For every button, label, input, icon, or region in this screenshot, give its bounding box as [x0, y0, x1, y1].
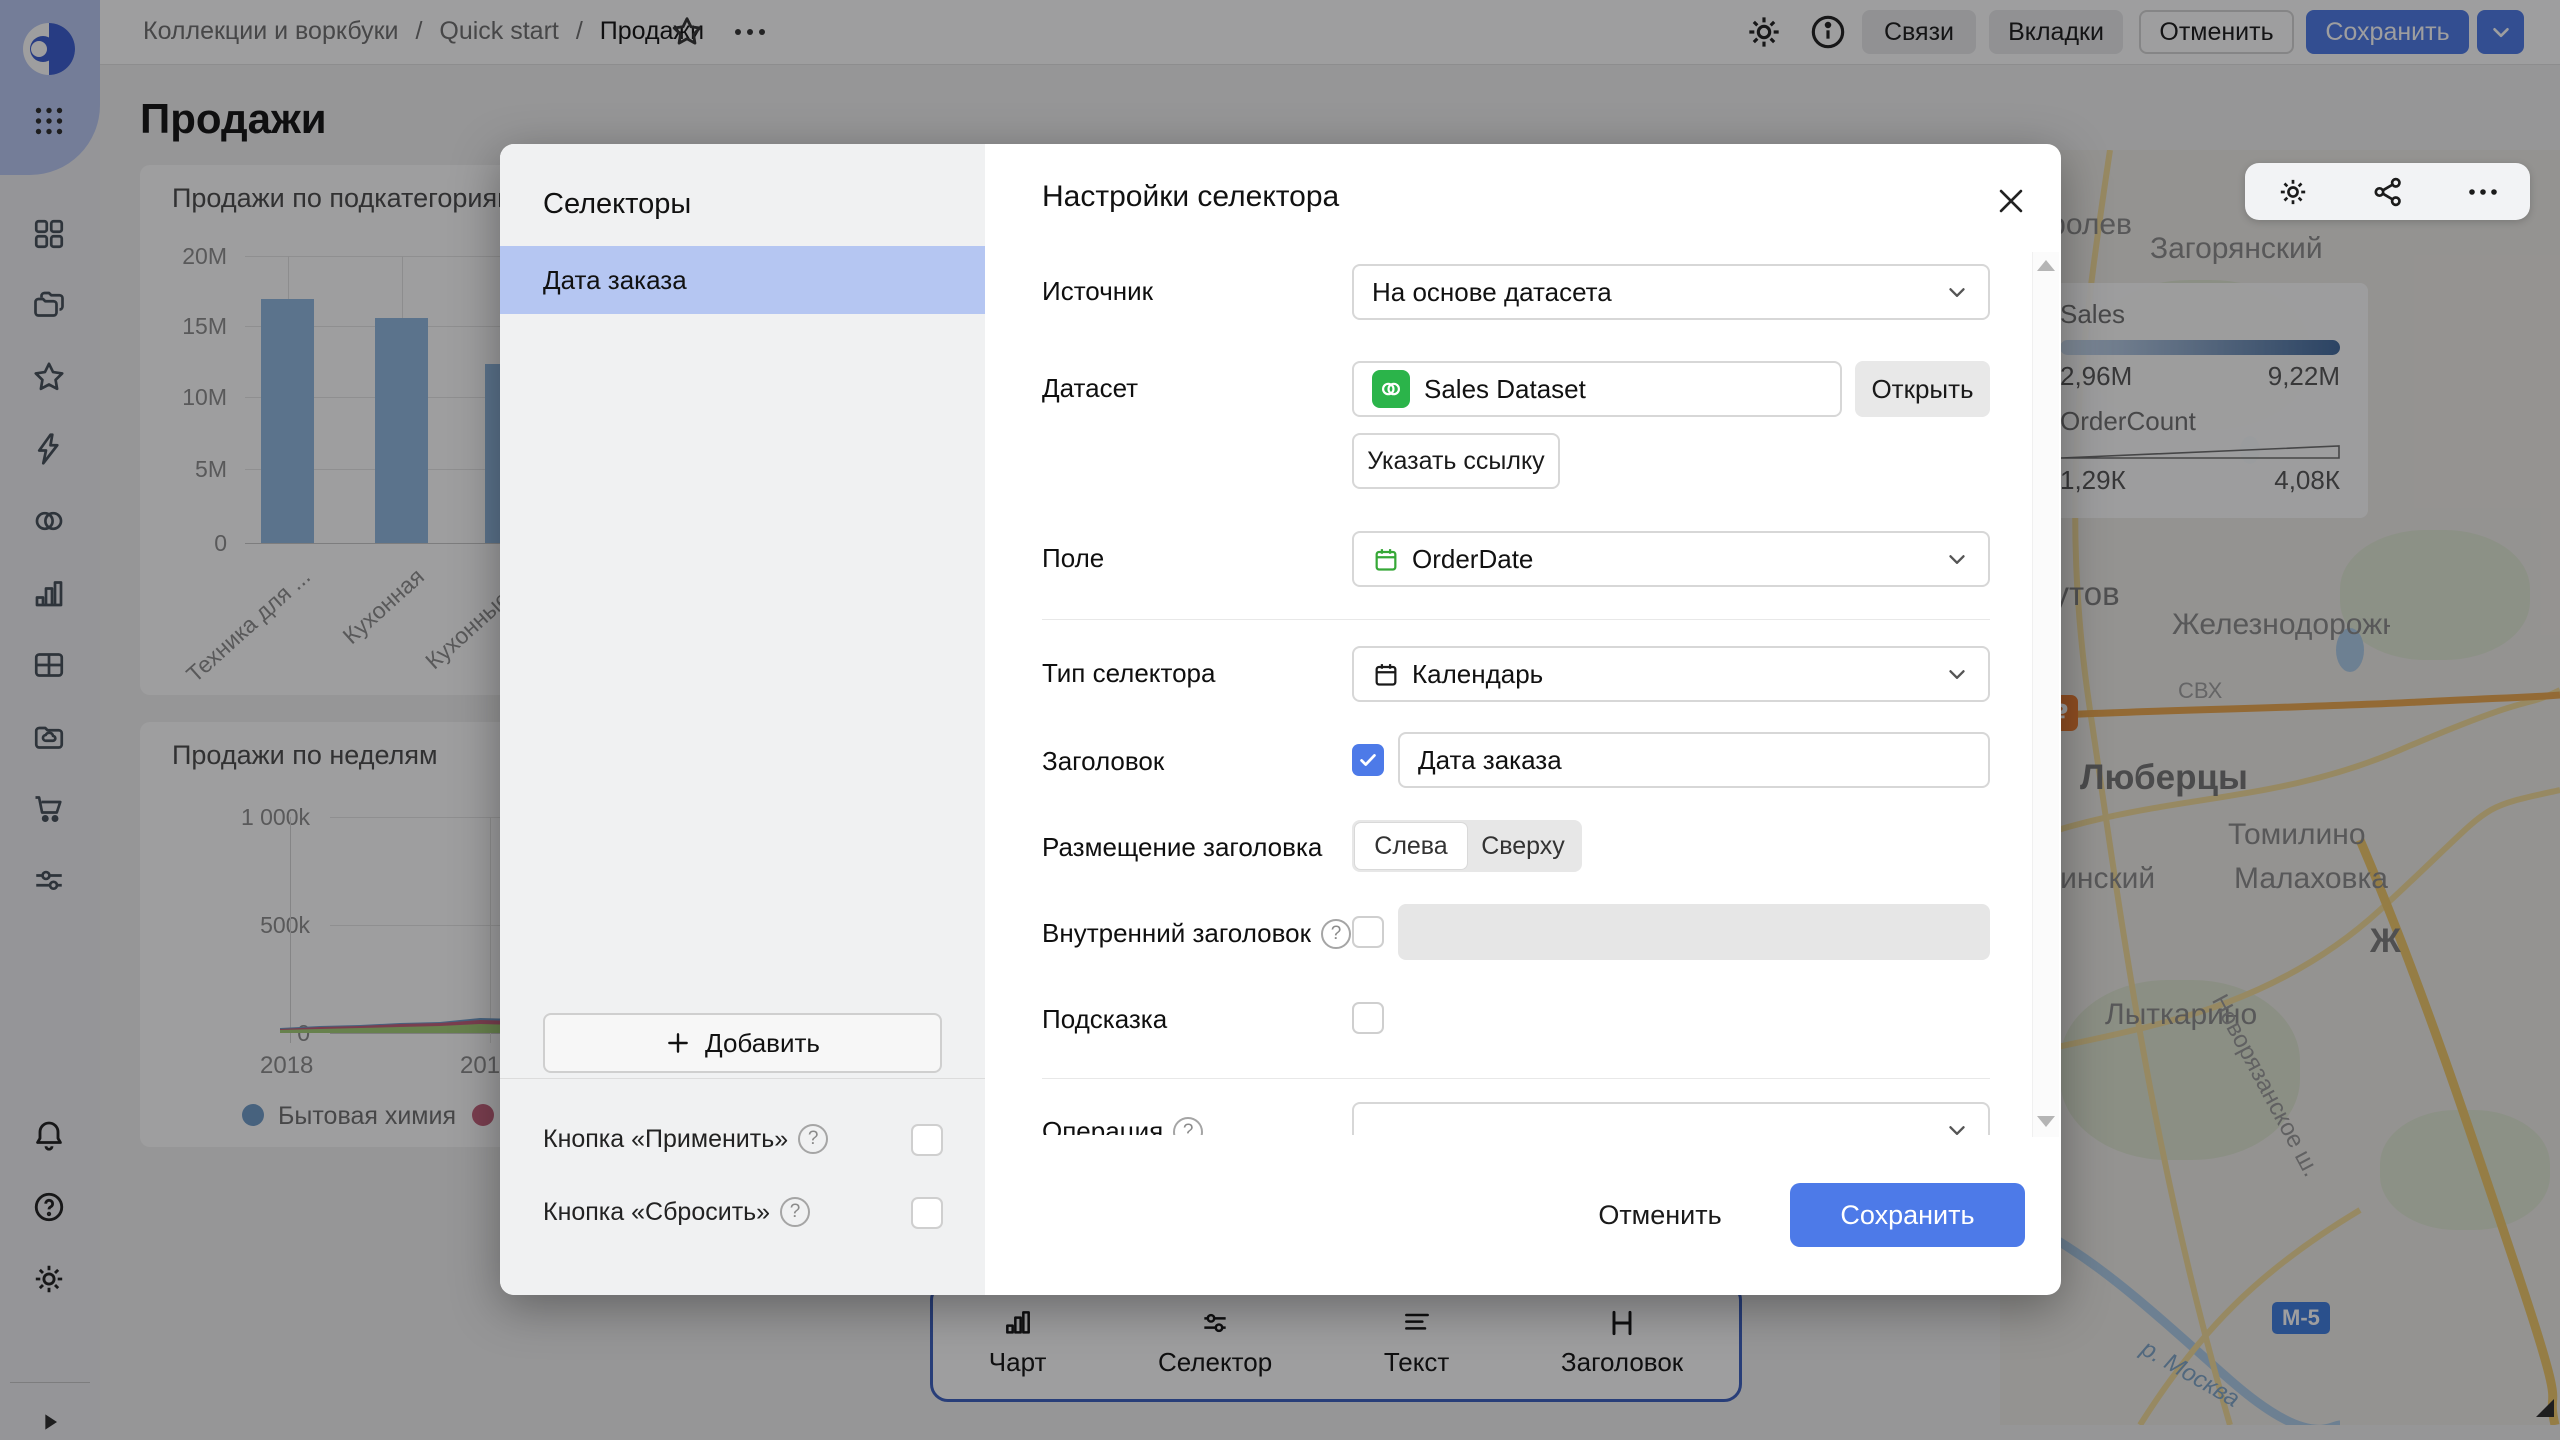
source-select[interactable]: На основе датасета	[1352, 264, 1990, 320]
selectors-dialog: Селекторы Дата заказа Добавить Кнопка «П…	[500, 144, 2061, 1295]
header-label: Заголовок	[1042, 746, 1165, 776]
inner-header-row: Внутренний заголовок ?	[1042, 918, 1351, 949]
app-root: Коллекции и воркбуки / Quick start / Про…	[0, 0, 2560, 1440]
scroll-up-arrow[interactable]	[2037, 260, 2055, 271]
placement-label: Размещение заголовка	[1042, 832, 1323, 862]
operation-row: Операция ?	[1042, 1116, 1204, 1135]
header-text-value: Дата заказа	[1418, 744, 1562, 775]
type-label: Тип селектора	[1042, 658, 1216, 688]
dataset-field[interactable]: Sales Dataset	[1352, 361, 1842, 417]
dataset-icon	[1372, 370, 1410, 408]
apply-help-icon[interactable]: ?	[798, 1124, 829, 1154]
selectors-list-panel: Селекторы Дата заказа Добавить Кнопка «П…	[500, 144, 985, 1295]
reset-button-label: Кнопка «Сбросить»	[543, 1197, 771, 1226]
source-value: На основе датасета	[1372, 276, 1612, 307]
left-panel-divider	[500, 1078, 985, 1079]
apply-button-checkbox[interactable]	[911, 1124, 943, 1156]
dataset-value: Sales Dataset	[1424, 373, 1586, 404]
hint-checkbox[interactable]	[1352, 1002, 1384, 1034]
inner-header-checkbox[interactable]	[1352, 916, 1384, 948]
chevron-down-icon	[1949, 288, 1965, 297]
inner-header-label: Внутренний заголовок	[1042, 918, 1311, 948]
widget-settings-gear-icon[interactable]	[2276, 175, 2310, 209]
chevron-down-icon	[1949, 555, 1965, 564]
operation-label: Операция	[1042, 1116, 1164, 1135]
selectors-panel-title: Селекторы	[543, 188, 692, 220]
field-select[interactable]: OrderDate	[1352, 531, 1990, 587]
check-icon	[1360, 754, 1376, 766]
selector-item-label: Дата заказа	[543, 264, 687, 295]
placement-top-option[interactable]: Сверху	[1467, 823, 1579, 869]
operation-help-icon[interactable]: ?	[1173, 1116, 1204, 1135]
form-divider	[1042, 1078, 1990, 1079]
dataset-label: Датасет	[1042, 373, 1139, 403]
type-value: Календарь	[1412, 658, 1544, 689]
chevron-down-icon	[1949, 1126, 1965, 1135]
add-selector-button[interactable]: Добавить	[543, 1013, 942, 1073]
open-dataset-button[interactable]: Открыть	[1855, 361, 1990, 417]
widget-links-icon[interactable]	[2371, 175, 2405, 209]
dialog-save-button[interactable]: Сохранить	[1790, 1183, 2025, 1247]
calendar-icon	[1375, 549, 1397, 571]
calendar-icon	[1375, 664, 1397, 686]
dialog-cancel-button[interactable]: Отменить	[1590, 1183, 1730, 1247]
apply-button-label: Кнопка «Применить»	[543, 1124, 789, 1153]
field-label: Поле	[1042, 543, 1105, 573]
field-value: OrderDate	[1412, 543, 1534, 574]
close-icon[interactable]	[1994, 184, 2028, 218]
placement-segmented-control: Слева Сверху	[1352, 820, 1582, 872]
settings-form: Источник На основе датасета Датасет Sale…	[985, 244, 2035, 1135]
reset-button-row: Кнопка «Сбросить» ?	[543, 1197, 811, 1227]
reset-help-icon[interactable]: ?	[780, 1197, 811, 1227]
selector-list-item[interactable]: Дата заказа	[500, 246, 985, 314]
plus-icon	[668, 1033, 688, 1053]
inner-header-input-disabled	[1398, 904, 1990, 960]
reset-button-checkbox[interactable]	[911, 1197, 943, 1229]
dialog-title: Настройки селектора	[1042, 180, 1340, 213]
form-divider	[1042, 619, 1990, 620]
operation-select[interactable]	[1352, 1102, 1990, 1135]
placement-left-option[interactable]: Слева	[1355, 823, 1467, 869]
source-label: Источник	[1042, 276, 1153, 306]
type-select[interactable]: Календарь	[1352, 646, 1990, 702]
form-scrollbar[interactable]	[2032, 252, 2059, 1137]
scroll-down-arrow[interactable]	[2037, 1116, 2055, 1127]
header-checkbox[interactable]	[1352, 744, 1384, 776]
chevron-down-icon	[1949, 670, 1965, 679]
inner-header-help-icon[interactable]: ?	[1320, 918, 1351, 949]
header-text-input[interactable]: Дата заказа	[1398, 732, 1990, 788]
apply-button-row: Кнопка «Применить» ?	[543, 1124, 829, 1154]
widget-more-icon[interactable]	[2466, 185, 2500, 199]
specify-link-button[interactable]: Указать ссылку	[1352, 433, 1560, 489]
hint-label: Подсказка	[1042, 1004, 1168, 1034]
widget-toolbar	[2245, 163, 2530, 220]
